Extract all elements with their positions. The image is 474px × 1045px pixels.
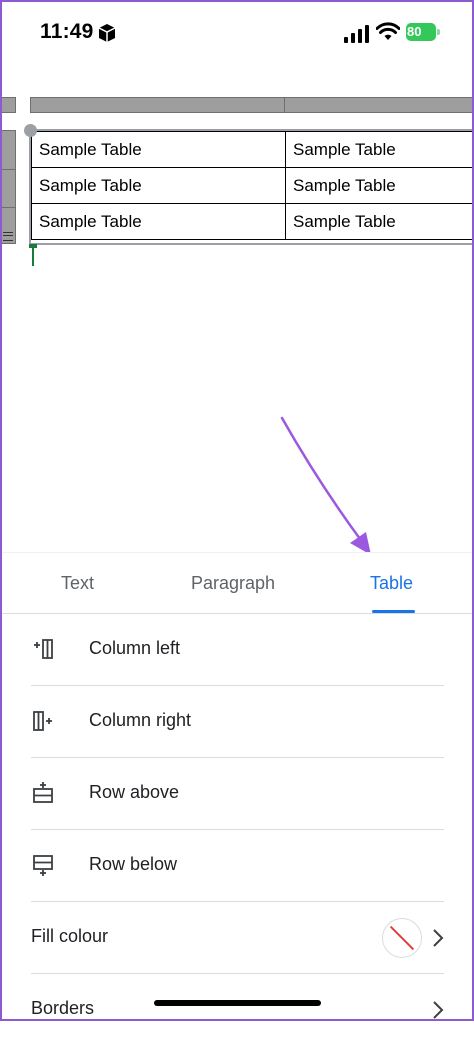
chevron-right-icon (433, 1001, 444, 1019)
table-cell[interactable]: Sample Table (285, 131, 474, 168)
table-cell[interactable]: Sample Table (31, 203, 286, 240)
column-right-icon (33, 711, 52, 731)
table-cell[interactable]: Sample Table (31, 167, 286, 204)
tab-table[interactable]: Table (370, 573, 413, 594)
table-selection-handle[interactable] (24, 124, 37, 137)
table-cell[interactable]: Sample Table (31, 131, 286, 168)
borders-button[interactable]: Borders (31, 974, 444, 1045)
column-left-icon (34, 639, 53, 659)
row-ruler-divider[interactable] (1, 207, 15, 208)
menu-item-label: Fill colour (31, 926, 109, 946)
tab-text[interactable]: Text (61, 573, 94, 594)
insert-row-above-button[interactable]: Row above (31, 758, 444, 830)
menu-item-label: Column left (89, 638, 181, 658)
row-above-icon (33, 782, 53, 803)
menu-item-label: Column right (89, 710, 192, 730)
battery-icon: 80 (406, 23, 440, 41)
column-ruler-divider[interactable] (284, 98, 285, 112)
table-cell[interactable]: Sample Table (285, 167, 474, 204)
table-row: Sample Table Sample Table (31, 167, 474, 204)
cellular-signal-icon (344, 25, 369, 43)
battery-body: 80 (406, 23, 436, 41)
fill-colour-button[interactable]: Fill colour (31, 902, 444, 974)
sample-table[interactable]: Sample Table Sample Table Sample Table S… (31, 131, 474, 240)
row-ruler-divider[interactable] (1, 169, 15, 170)
row-ruler[interactable] (0, 130, 16, 244)
format-panel: Text Paragraph Table Column left Column … (0, 552, 474, 1022)
battery-level: 80 (407, 24, 422, 39)
text-cursor (32, 244, 34, 266)
table-row: Sample Table Sample Table (31, 203, 474, 240)
insert-column-right-button[interactable]: Column right (31, 686, 444, 758)
table-selection-bottom (30, 243, 474, 245)
annotation-arrow-icon (280, 416, 371, 555)
status-time: 11:49 (40, 20, 94, 43)
format-tabs: Text Paragraph Table (0, 553, 474, 614)
row-handle-icon[interactable] (3, 232, 13, 241)
status-bar: 11:49 80 (0, 0, 474, 66)
column-ruler[interactable] (30, 97, 474, 113)
insert-row-below-button[interactable]: Row below (31, 830, 444, 902)
menu-item-label: Borders (31, 998, 95, 1018)
battery-tip (437, 29, 440, 35)
package-icon (98, 24, 116, 42)
chevron-right-icon (433, 929, 444, 947)
menu-item-label: Row above (89, 782, 180, 802)
insert-column-left-button[interactable]: Column left (31, 614, 444, 686)
home-indicator[interactable] (154, 1000, 321, 1006)
tab-paragraph[interactable]: Paragraph (191, 573, 275, 594)
no-fill-swatch-icon (382, 918, 422, 958)
table-options-list: Column left Column right Row above Row b… (0, 614, 474, 1045)
row-below-icon (33, 855, 53, 876)
wifi-icon (376, 22, 400, 40)
table-cell[interactable]: Sample Table (285, 203, 474, 240)
corner-ruler-stub (0, 97, 16, 113)
table-row: Sample Table Sample Table (31, 131, 474, 168)
menu-item-label: Row below (89, 854, 178, 874)
active-tab-indicator (372, 610, 415, 613)
